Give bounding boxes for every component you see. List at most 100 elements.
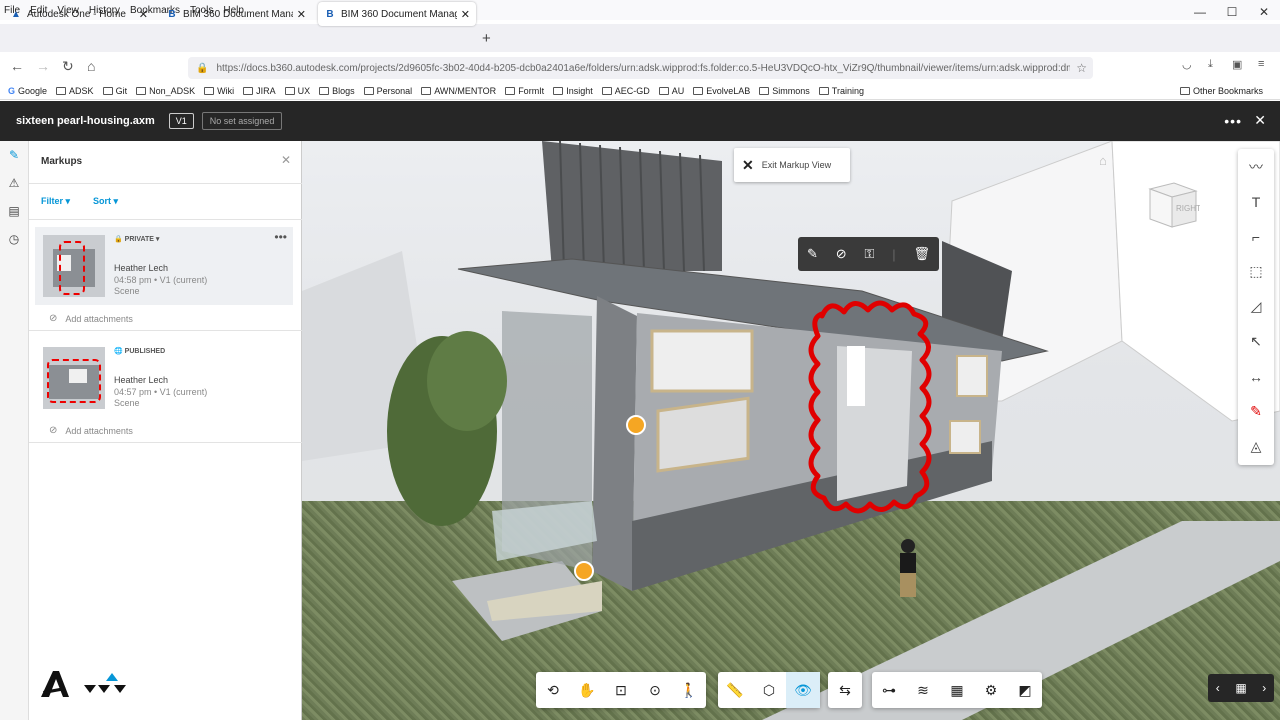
folder-icon bbox=[102, 86, 113, 95]
markups-icon[interactable]: ✎ bbox=[0, 141, 28, 169]
menu-icon[interactable]: ≡ bbox=[1258, 58, 1264, 70]
bookmark-folder[interactable]: Simmons bbox=[759, 86, 810, 96]
divider bbox=[29, 442, 302, 443]
close-viewer-icon[interactable]: ✕ bbox=[1254, 112, 1266, 129]
bookmark-folder[interactable]: Wiki bbox=[204, 86, 234, 96]
new-tab-icon[interactable]: + bbox=[482, 30, 491, 47]
close-tab-icon[interactable]: ✕ bbox=[139, 8, 148, 21]
history-icon[interactable]: ◷ bbox=[0, 225, 28, 253]
markup-view-icon[interactable]: 👁 bbox=[786, 672, 820, 708]
version-badge[interactable]: V1 bbox=[168, 113, 194, 129]
polygon-icon[interactable]: ◿ bbox=[1238, 289, 1274, 324]
zoom-window-icon[interactable]: ⊡ bbox=[604, 672, 638, 708]
home-view-icon[interactable]: ⌂ bbox=[1099, 153, 1107, 168]
bookmark-folder[interactable]: JIRA bbox=[243, 86, 276, 96]
text-tool-icon[interactable]: T bbox=[1238, 184, 1274, 219]
settings-icon[interactable]: ⚙ bbox=[974, 672, 1008, 708]
freehand-icon[interactable]: 〰 bbox=[1238, 149, 1274, 184]
issues-icon[interactable]: ⚠ bbox=[0, 169, 28, 197]
reload-icon[interactable]: ↻ bbox=[62, 58, 74, 75]
exit-markup-view-button[interactable]: ✕ Exit Markup View bbox=[734, 148, 850, 182]
card-more-icon[interactable]: ••• bbox=[274, 230, 287, 244]
tab-bim360-1[interactable]: B BIM 360 Document Manageme ✕ bbox=[160, 2, 312, 26]
other-bookmarks[interactable]: Other Bookmarks bbox=[1179, 86, 1263, 96]
back-icon[interactable]: ← bbox=[10, 58, 24, 74]
download-icon[interactable]: ⤓ bbox=[1208, 58, 1213, 71]
chevron-right-icon[interactable]: › bbox=[1262, 681, 1266, 695]
attach-icon[interactable]: ⊘ bbox=[836, 246, 847, 262]
dimension-icon[interactable]: ↔ bbox=[1238, 359, 1274, 394]
bookmark-folder[interactable]: EvolveLAB bbox=[693, 86, 750, 96]
compare-icon[interactable]: ⇆ bbox=[828, 672, 862, 708]
visibility-icon[interactable]: ⚿ bbox=[865, 246, 875, 262]
bookmark-folder[interactable]: Blogs bbox=[319, 86, 355, 96]
measure-icon[interactable]: 📏 bbox=[718, 672, 752, 708]
edit-icon[interactable]: ✎ bbox=[807, 246, 818, 262]
folder-icon bbox=[553, 86, 564, 95]
bookmark-folder[interactable]: Insight bbox=[553, 86, 593, 96]
bookmark-folder[interactable]: Git bbox=[102, 86, 127, 96]
forward-icon[interactable]: → bbox=[36, 58, 50, 74]
chevron-left-icon[interactable]: ‹ bbox=[1216, 681, 1220, 695]
home-icon[interactable]: ⌂ bbox=[87, 58, 95, 74]
folder-icon bbox=[136, 86, 147, 95]
model-viewer[interactable]: ✕ Exit Markup View ✎ ⊘ ⚿ | 🗑 ⌂ RIGHT 〰 T… bbox=[302, 141, 1280, 720]
address-bar[interactable]: 🔒 https://docs.b360.autodesk.com/project… bbox=[188, 57, 1093, 79]
properties-icon[interactable]: ▦ bbox=[940, 672, 974, 708]
viewcube[interactable]: RIGHT bbox=[1140, 179, 1200, 229]
layers-icon[interactable]: ≋ bbox=[906, 672, 940, 708]
grid-icon[interactable]: ▦ bbox=[1235, 681, 1246, 695]
bookmark-star-icon[interactable]: ☆ bbox=[1076, 61, 1087, 75]
close-tab-icon[interactable]: ✕ bbox=[297, 8, 306, 21]
callout-icon[interactable]: ⌐ bbox=[1238, 219, 1274, 254]
pocket-icon[interactable]: ◡ bbox=[1182, 58, 1192, 71]
color-picker-icon[interactable]: ✎ bbox=[1238, 394, 1274, 429]
fill-icon[interactable]: ◬ bbox=[1238, 429, 1274, 464]
privacy-badge: 🌐 PUBLISHED bbox=[114, 348, 166, 355]
folder-icon bbox=[421, 86, 432, 95]
bookmark-folder[interactable]: UX bbox=[284, 86, 310, 96]
add-attachments-link[interactable]: ⊘ Add attachments bbox=[49, 313, 133, 324]
privacy-badge[interactable]: 🔒 PRIVATE ▾ bbox=[114, 235, 159, 243]
delete-icon[interactable]: 🗑 bbox=[914, 246, 931, 262]
bookmark-folder[interactable]: ADSK bbox=[56, 86, 94, 96]
pan-icon[interactable]: ✋ bbox=[570, 672, 604, 708]
fit-view-icon[interactable]: ⊙ bbox=[638, 672, 672, 708]
markup-card[interactable]: 🌐 PUBLISHED Heather Lech 04:57 pm • V1 (… bbox=[35, 339, 293, 417]
set-badge[interactable]: No set assigned bbox=[201, 112, 283, 130]
bookmark-folder[interactable]: AU bbox=[658, 86, 684, 96]
model-browser-icon[interactable]: ⊶ bbox=[872, 672, 906, 708]
arrow-icon[interactable]: ↖ bbox=[1238, 324, 1274, 359]
model-toolbar: ⊶ ≋ ▦ ⚙ ◩ bbox=[872, 672, 1042, 708]
extension-icon[interactable]: ▣ bbox=[1232, 58, 1242, 71]
panel-title: Markups bbox=[41, 156, 83, 167]
bookmark-folder[interactable]: Training bbox=[818, 86, 864, 96]
fullscreen-icon[interactable]: ◩ bbox=[1008, 672, 1042, 708]
bookmark-folder[interactable]: AEC-GD bbox=[601, 86, 650, 96]
tab-bim360-2[interactable]: B BIM 360 Document Manageme ✕ bbox=[318, 2, 476, 26]
cloud-icon[interactable]: ⬚ bbox=[1238, 254, 1274, 289]
tab-autodesk-one[interactable]: ▲ Autodesk One - Home ✕ bbox=[4, 2, 154, 26]
add-attachments-link[interactable]: ⊘ Add attachments bbox=[49, 425, 133, 436]
close-panel-icon[interactable]: ✕ bbox=[281, 153, 291, 167]
bookmark-folder[interactable]: Non_ADSK bbox=[136, 86, 195, 96]
first-person-icon[interactable]: 🚶 bbox=[672, 672, 706, 708]
sheet-pager: ‹ ▦ › bbox=[1208, 674, 1274, 702]
bookmark-google[interactable]: G Google bbox=[8, 86, 47, 96]
bookmark-folder[interactable]: Personal bbox=[363, 86, 412, 96]
close-window-icon[interactable]: ✕ bbox=[1248, 0, 1280, 24]
minimize-icon[interactable]: — bbox=[1184, 0, 1216, 24]
section-icon[interactable]: ⬡ bbox=[752, 672, 786, 708]
sort-button[interactable]: Sort ▾ bbox=[93, 196, 118, 207]
bookmark-folder[interactable]: FormIt bbox=[505, 86, 544, 96]
close-tab-icon[interactable]: ✕ bbox=[461, 8, 470, 21]
sheets-icon[interactable]: ▤ bbox=[0, 197, 28, 225]
maximize-icon[interactable]: ☐ bbox=[1216, 0, 1248, 24]
folder-icon bbox=[363, 86, 374, 95]
folder-icon bbox=[818, 86, 829, 95]
more-options-icon[interactable]: ••• bbox=[1224, 113, 1242, 129]
bookmark-folder[interactable]: AWN/MENTOR bbox=[421, 86, 496, 96]
filter-button[interactable]: Filter ▾ bbox=[41, 196, 70, 207]
markup-card[interactable]: 🔒 PRIVATE ▾ ••• Heather Lech 04:58 pm • … bbox=[35, 227, 293, 305]
orbit-icon[interactable]: ⟲ bbox=[536, 672, 570, 708]
